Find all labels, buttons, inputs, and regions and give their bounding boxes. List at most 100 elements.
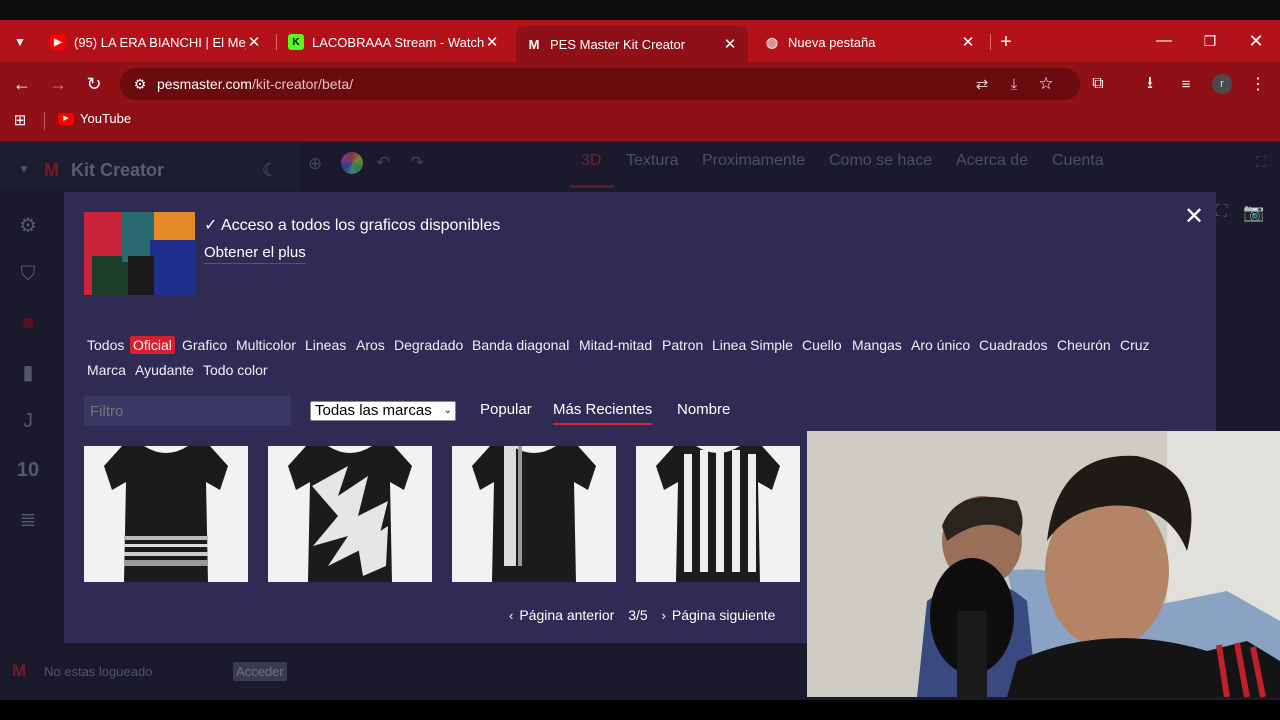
filter-input[interactable]: [84, 396, 291, 426]
prev-page-link[interactable]: Página anterior: [519, 607, 614, 623]
close-tab-icon[interactable]: ✕: [246, 33, 262, 51]
close-tab-icon[interactable]: ✕: [722, 35, 738, 53]
category-cuadrados[interactable]: Cuadrados: [976, 336, 1051, 354]
tab-new[interactable]: ◍ Nueva pestaña ✕: [754, 26, 986, 58]
category-mangas[interactable]: Mangas: [849, 336, 905, 354]
new-tab-icon[interactable]: +: [990, 26, 1022, 58]
category-banda-diagonal[interactable]: Banda diagonal: [469, 336, 572, 354]
chevron-right-icon[interactable]: ›: [662, 608, 666, 623]
extensions-icon[interactable]: ⧉: [1082, 68, 1114, 100]
tab-kick[interactable]: K LACOBRAAA Stream - Watch Live ✕: [278, 26, 510, 58]
brand-select[interactable]: Todas las marcas ⌄: [310, 401, 456, 421]
redo-icon[interactable]: ↷: [410, 153, 424, 173]
shirt-preview-image: [656, 446, 780, 582]
bookmark-star-icon[interactable]: ☆: [1030, 68, 1062, 100]
bookmark-youtube[interactable]: ▶ YouTube: [58, 111, 131, 126]
category-marca[interactable]: Marca: [84, 361, 129, 379]
reload-icon[interactable]: ↻: [78, 68, 110, 100]
color-wheel-icon[interactable]: [341, 152, 363, 174]
sort-nombre[interactable]: Nombre: [677, 401, 730, 418]
forward-icon[interactable]: →: [42, 68, 74, 100]
login-button[interactable]: Acceder: [233, 662, 287, 681]
minimize-icon[interactable]: —: [1148, 25, 1180, 57]
category-oficial[interactable]: Oficial: [130, 336, 175, 354]
bookmark-label: YouTube: [80, 111, 132, 126]
category-aros[interactable]: Aros: [353, 336, 388, 354]
dark-mode-icon[interactable]: ☾: [262, 160, 278, 181]
shorts-icon[interactable]: ▮: [16, 361, 40, 384]
list-icon[interactable]: ≣: [16, 508, 40, 531]
sock-icon[interactable]: J: [16, 410, 40, 432]
focus-icon[interactable]: ⛶: [1216, 203, 1227, 221]
window-close-icon[interactable]: ✕: [1240, 25, 1272, 57]
category-aro-unico[interactable]: Aro único: [908, 336, 973, 354]
modal-close-icon[interactable]: ✕: [1184, 202, 1204, 231]
category-todos[interactable]: Todos: [84, 336, 127, 354]
get-plus-link[interactable]: Obtener el plus: [204, 244, 306, 264]
category-cruz[interactable]: Cruz: [1117, 336, 1153, 354]
category-cuello[interactable]: Cuello: [799, 336, 845, 354]
media-control-icon[interactable]: ≡: [1170, 68, 1202, 100]
category-patron[interactable]: Patron: [659, 336, 706, 354]
install-app-icon[interactable]: ⤓: [998, 68, 1030, 100]
menu-proximamente[interactable]: Proximamente: [702, 152, 805, 170]
menu-acerca-de[interactable]: Acerca de: [956, 152, 1028, 170]
profile-initial: r: [1212, 74, 1232, 94]
tab-pesmaster[interactable]: M PES Master Kit Creator ✕: [516, 26, 748, 62]
kit-thumbnail-2[interactable]: [268, 446, 432, 582]
category-linea-simple[interactable]: Linea Simple: [709, 336, 796, 354]
menu-3d[interactable]: 3D: [581, 152, 601, 170]
category-ayudante[interactable]: Ayudante: [132, 361, 197, 379]
downloads-icon[interactable]: ⭳: [1134, 68, 1166, 100]
bottom-strip: [0, 700, 1280, 720]
close-tab-icon[interactable]: ✕: [484, 33, 500, 51]
next-page-link[interactable]: Página siguiente: [672, 607, 776, 623]
category-multicolor[interactable]: Multicolor: [233, 336, 299, 354]
back-icon[interactable]: ←: [6, 68, 38, 100]
pesmaster-footer-logo-icon: M: [12, 661, 27, 680]
menu-textura[interactable]: Textura: [626, 152, 678, 170]
camera-icon[interactable]: 📷: [1243, 203, 1264, 223]
menu-active-underline: [570, 185, 614, 188]
profile-avatar[interactable]: r: [1206, 68, 1238, 100]
tab-title: LACOBRAAA Stream - Watch Live: [312, 34, 484, 50]
fullscreen-icon[interactable]: ⛶: [1256, 154, 1267, 171]
category-mitad-mitad[interactable]: Mitad-mitad: [576, 336, 655, 354]
tab-search-icon[interactable]: ▼: [4, 26, 36, 58]
kit-thumbnail-3[interactable]: [452, 446, 616, 582]
settings-icon[interactable]: ⚙: [16, 214, 40, 237]
more-menu-icon[interactable]: ⋮: [1242, 68, 1274, 100]
url-text[interactable]: pesmaster.com/kit-creator/beta/: [157, 76, 353, 92]
category-todo-color[interactable]: Todo color: [200, 361, 271, 379]
chevron-left-icon[interactable]: ‹: [509, 608, 513, 623]
shield-icon[interactable]: ⛉: [16, 263, 40, 285]
shirt-icon[interactable]: ■: [16, 312, 40, 334]
category-cheuron[interactable]: Cheurón: [1054, 336, 1114, 354]
category-lineas[interactable]: Lineas: [302, 336, 349, 354]
restore-icon[interactable]: ❐: [1194, 25, 1226, 57]
add-layer-icon[interactable]: ⊕: [308, 154, 322, 174]
tab-youtube[interactable]: ▶ (95) LA ERA BIANCHI | El Mejor ✕: [40, 26, 272, 58]
menu-como-se-hace[interactable]: Como se hace: [829, 152, 932, 170]
sort-mas-recientes[interactable]: Más Recientes: [553, 401, 653, 425]
number-icon[interactable]: 10: [16, 459, 40, 481]
tab-separator: [276, 34, 277, 50]
menu-cuenta[interactable]: Cuenta: [1052, 152, 1104, 170]
category-degradado[interactable]: Degradado: [391, 336, 466, 354]
kit-thumbnail-1[interactable]: [84, 446, 248, 582]
pesmaster-icon: M: [528, 36, 540, 52]
sort-popular[interactable]: Popular: [480, 401, 532, 418]
collapse-chevron-icon[interactable]: ▼: [18, 162, 30, 176]
close-tab-icon[interactable]: ✕: [960, 33, 976, 51]
bookmark-divider: [44, 112, 45, 130]
globe-icon: ◍: [765, 33, 779, 50]
plus-feature-text: ✓ Acceso a todos los graficos disponible…: [204, 217, 501, 234]
undo-icon[interactable]: ↶: [376, 153, 390, 173]
site-info-icon[interactable]: ⚙: [124, 68, 156, 100]
translate-icon[interactable]: ⇄: [966, 68, 998, 100]
shirt-preview-image: [472, 446, 596, 582]
pagination: ‹ Página anterior 3/5 › Página siguiente: [509, 607, 775, 623]
kit-thumbnail-4[interactable]: [636, 446, 800, 582]
category-grafico[interactable]: Grafico: [179, 336, 230, 354]
apps-grid-icon[interactable]: ⊞: [4, 104, 36, 136]
